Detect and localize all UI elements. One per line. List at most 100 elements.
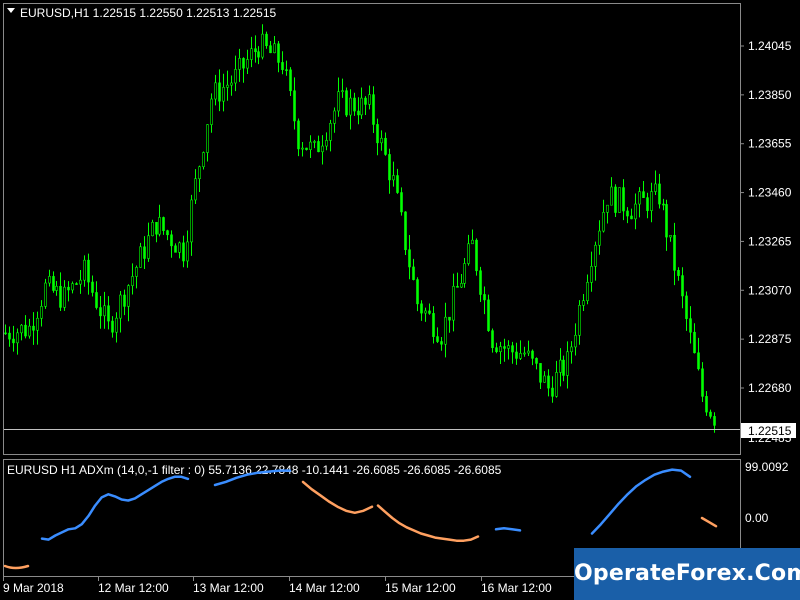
price-axis-label: 1.23850 [748, 88, 792, 102]
candle-body [547, 375, 550, 389]
candle-body [665, 204, 668, 238]
candle-body [32, 325, 35, 331]
price-axis-label: 1.22875 [748, 332, 792, 346]
candle-body [301, 147, 304, 150]
time-axis-label: 15 Mar 12:00 [385, 581, 456, 595]
candle-body [654, 183, 657, 192]
candle-body [376, 124, 379, 144]
price-axis-label: 1.23655 [748, 137, 792, 151]
watermark-logo[interactable]: OperateForex.Com [574, 548, 800, 600]
candle-body [610, 186, 613, 206]
candle-body [396, 175, 399, 193]
candle-body [578, 305, 581, 336]
candle-body [250, 48, 253, 60]
candle-body [448, 316, 451, 321]
candle-body [293, 90, 296, 122]
candle-body [281, 62, 284, 70]
candle-body [630, 215, 633, 220]
candle-body [289, 69, 292, 92]
candle-body [36, 317, 39, 331]
candle-body [503, 346, 506, 349]
adx-line-segment [494, 527, 522, 532]
price-axis-label: 1.23265 [748, 234, 792, 248]
candle-body [689, 318, 692, 333]
candle-body [669, 234, 672, 238]
candle-body [155, 221, 158, 235]
candle-body [321, 145, 324, 153]
candle-body [452, 286, 455, 321]
candle-body [709, 411, 712, 417]
candle-body [582, 300, 585, 306]
price-axis-label: 1.23460 [748, 186, 792, 200]
candle-body [622, 187, 625, 212]
price-axis-label: 1.22680 [748, 381, 792, 395]
time-axis-label: 12 Mar 12:00 [98, 581, 169, 595]
candle-body [519, 353, 522, 359]
price-axis-label: 1.24045 [748, 39, 792, 53]
candle-body [368, 94, 371, 105]
candle-body [384, 137, 387, 155]
candle-body [392, 175, 395, 181]
candle-body [408, 249, 411, 268]
candle-body [416, 279, 419, 305]
candle-body [8, 332, 11, 340]
candle-body [705, 396, 708, 413]
indicator-axis-label: 99.0092 [745, 460, 789, 474]
candle-body [693, 331, 696, 354]
candle-body [95, 292, 98, 308]
candle-body [170, 234, 173, 247]
candle-body [507, 345, 510, 349]
candle-body [20, 324, 23, 334]
candle-body [677, 270, 680, 276]
candle-body [198, 166, 201, 180]
candle-body [143, 246, 146, 259]
candle-body [559, 359, 562, 373]
candle-body [246, 59, 249, 69]
candle-body [527, 350, 530, 354]
candle-body [555, 372, 558, 397]
candle-body [467, 243, 470, 264]
candle-body [360, 97, 363, 116]
candle-body [606, 204, 609, 213]
candle-body [353, 97, 356, 112]
candle-body [158, 217, 161, 235]
candle-body [543, 375, 546, 383]
candle-body [131, 276, 134, 286]
candle-body [83, 259, 86, 281]
candle-body [162, 217, 165, 231]
adx-line-segment [40, 475, 190, 541]
candle-body [16, 332, 19, 344]
adx-line-segment [301, 480, 374, 515]
candle-body [222, 87, 225, 102]
candle-body [257, 51, 260, 58]
candle-body [598, 230, 601, 246]
main-chart-title: EURUSD,H1 1.22515 1.22550 1.22513 1.2251… [20, 6, 277, 20]
candle-body [178, 242, 181, 253]
main-price-panel[interactable] [3, 3, 741, 455]
candle-body [523, 352, 526, 355]
candle-body [535, 358, 538, 364]
trading-chart[interactable]: 1.24045 1.23850 1.23655 1.23460 1.23265 1.230… [0, 0, 800, 600]
candle-body [305, 147, 308, 150]
candle-body [586, 282, 589, 302]
price-axis-label: 1.23070 [748, 283, 792, 297]
candle-body [202, 152, 205, 168]
dropdown-triangle-icon[interactable] [7, 8, 15, 13]
candle-body [349, 97, 352, 116]
candle-body [63, 286, 66, 308]
candle-body [594, 244, 597, 267]
candle-body [460, 283, 463, 288]
candle-body [24, 324, 27, 337]
time-axis-label: 13 Mar 12:00 [193, 581, 264, 595]
candle-body [190, 199, 193, 243]
candle-body [444, 316, 447, 345]
candle-body [12, 338, 15, 344]
candle-body [701, 368, 704, 397]
candle-body [99, 307, 102, 317]
candle-body [75, 283, 78, 285]
candle-body [139, 246, 142, 268]
candle-body [59, 285, 62, 308]
candle-body [52, 276, 55, 291]
candle-body [658, 183, 661, 205]
candles-group [4, 24, 716, 433]
